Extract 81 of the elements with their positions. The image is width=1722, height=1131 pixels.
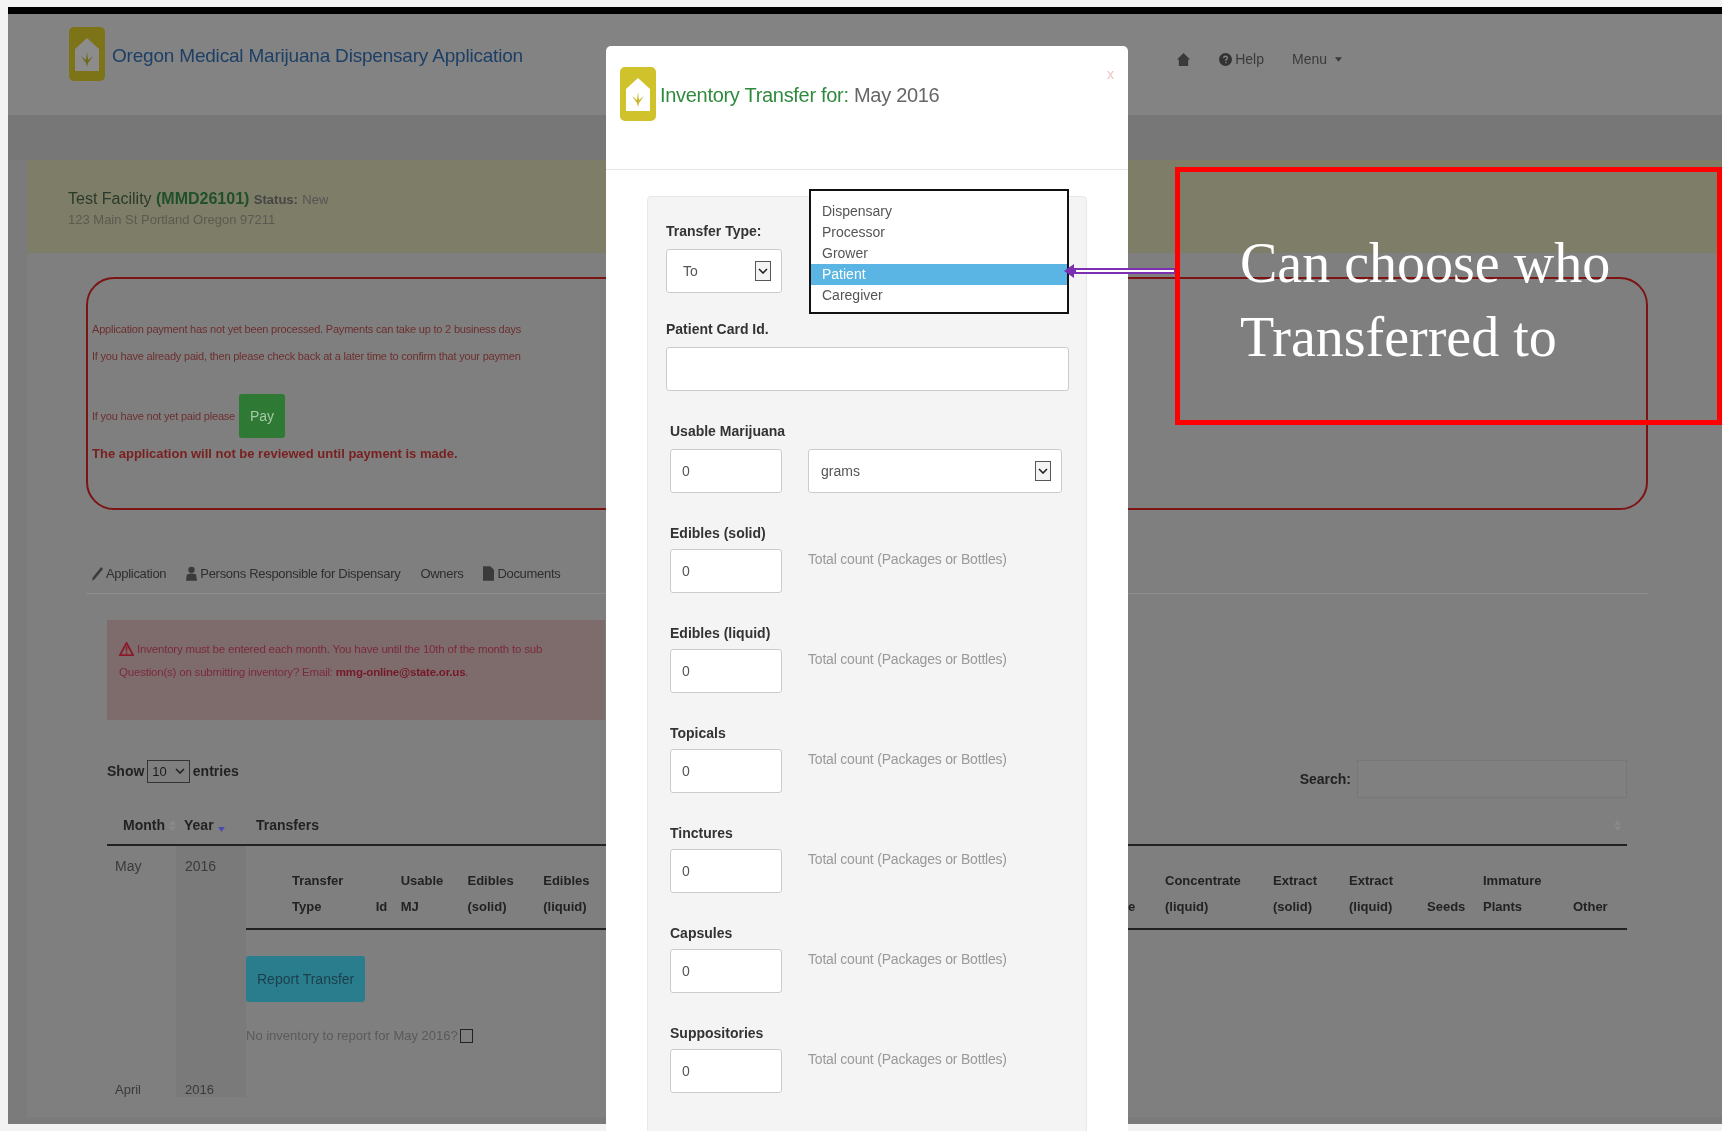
field-hint: Total count (Packages or Bottles) [808, 651, 1007, 667]
column-header[interactable]: Year [184, 817, 214, 833]
document-icon [483, 566, 495, 581]
dropdown-option[interactable]: Caregiver [811, 285, 1067, 306]
column-header: Edibles (liquid) [543, 872, 591, 916]
column-header: Transfer Type [292, 872, 345, 916]
count-field[interactable]: 0 [670, 649, 782, 693]
column-header: Immature Plants [1483, 872, 1543, 916]
dropdown-option[interactable]: Dispensary [811, 201, 1067, 222]
pencil-icon [92, 566, 103, 581]
report-transfer-button[interactable]: Report Transfer [246, 956, 366, 1002]
payment-warning: The application will not be reviewed until payment is made. [92, 446, 459, 461]
count-field[interactable]: 0 [670, 549, 782, 593]
patient-card-id-field[interactable] [666, 347, 1069, 391]
column-header: Usable MJ [400, 872, 445, 916]
tab[interactable]: Owners [420, 566, 464, 581]
field-label: Tinctures [670, 825, 733, 841]
count-field[interactable]: 0 [670, 749, 782, 793]
chevron-icon [174, 768, 185, 774]
usable-amount-field[interactable]: 0 [670, 449, 782, 493]
column-header: Edibles (solid) [467, 872, 515, 916]
unit-select[interactable]: grams [808, 449, 1062, 493]
column-header: Seeds [1427, 898, 1467, 916]
table-cell: 2016 [176, 1078, 246, 1097]
field-label: Topicals [670, 725, 726, 741]
transfer-type-select[interactable]: To [666, 249, 782, 293]
payment-message: If you have already paid, then please check back at a later time to confirm that your paymen [92, 349, 521, 364]
count-field[interactable]: 0 [670, 1049, 782, 1093]
column-header[interactable]: Month [123, 817, 165, 833]
field-label: Edibles (liquid) [670, 625, 771, 641]
column-header: e [1128, 898, 1137, 916]
home-icon [1176, 51, 1192, 67]
dropdown-option[interactable]: Grower [811, 243, 1067, 264]
home-link[interactable] [1176, 51, 1192, 67]
inventory-notice: Inventory must be entered each month. You have until the 10th of the month to sub [137, 643, 543, 655]
dropdown-option[interactable]: Processor [811, 222, 1067, 243]
field-label: Edibles (solid) [670, 525, 766, 541]
column-header: Extract (solid) [1273, 872, 1319, 916]
show-label: Show [107, 763, 145, 779]
column-header: Id [375, 898, 389, 916]
dialog-title: Inventory Transfer for: May 2016 [660, 84, 940, 107]
menu-link[interactable]: Menu [1291, 51, 1342, 67]
field-label: Capsules [670, 925, 733, 941]
field-hint: Total count (Packages or Bottles) [808, 1051, 1007, 1067]
warning-icon [119, 642, 134, 656]
table-cell-text: May [114, 857, 143, 876]
column-header: Concentrate (liquid) [1165, 872, 1242, 916]
column-header: Other [1573, 898, 1609, 916]
field-hint: Total count (Packages or Bottles) [808, 851, 1007, 867]
table-cell: 2016 [176, 846, 246, 1078]
no-inventory-checkbox[interactable] [459, 1028, 473, 1043]
help-link[interactable]: Help [1219, 51, 1264, 67]
field-hint: Total count (Packages or Bottles) [808, 751, 1007, 767]
app-title: Oregon Medical Marijuana Dispensary Application [112, 45, 523, 67]
dropdown-option[interactable]: Patient [811, 264, 1067, 285]
caret-icon [1335, 56, 1342, 62]
person-icon [186, 566, 198, 581]
table-cell-text: April [114, 1081, 142, 1097]
count-field[interactable]: 0 [670, 949, 782, 993]
tab[interactable]: Persons Responsible for Dispensary [186, 566, 401, 581]
entries-label: entries [192, 763, 239, 779]
payment-message: Application payment has not yet been processed. Payments can take up to 2 business days [92, 322, 521, 337]
logo-icon [620, 67, 656, 121]
field-hint: Total count (Packages or Bottles) [808, 951, 1007, 967]
pay-prompt: If you have not yet paid please [92, 408, 235, 424]
count-field[interactable]: 0 [670, 849, 782, 893]
field-hint: Total count (Packages or Bottles) [808, 551, 1007, 567]
column-header[interactable]: Transfers [256, 817, 320, 833]
column-header: Extract (liquid) [1349, 872, 1395, 916]
search-label: Search: [1299, 771, 1351, 787]
logo-icon [69, 27, 105, 81]
inventory-question: Question(s) on submitting inventory? Email: mmg-online@state.or.us. [119, 666, 470, 678]
field-label: Usable Marijuana [670, 423, 786, 439]
field-label: Suppositories [670, 1025, 764, 1041]
tab[interactable]: Documents [483, 566, 561, 581]
pay-button[interactable]: Pay [239, 394, 285, 438]
field-label: Patient Card Id. [666, 321, 769, 337]
tab[interactable]: Application [92, 566, 167, 581]
help-icon [1219, 52, 1233, 66]
entries-select[interactable]: 10 [147, 759, 190, 783]
field-label: Transfer Type: [666, 223, 762, 239]
